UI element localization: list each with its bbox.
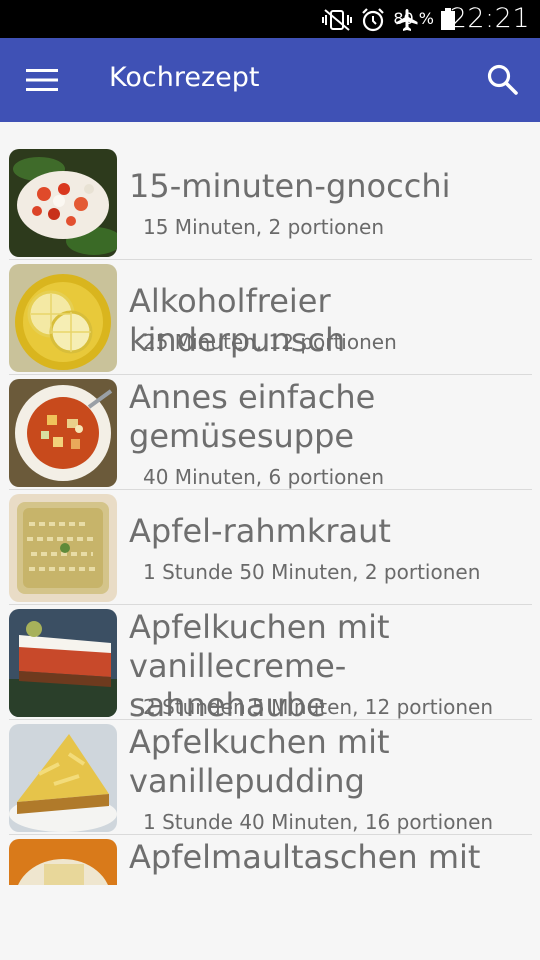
app-bar: Kochrezept [0,38,540,122]
app-title: Kochrezept [109,62,260,93]
soup-photo [9,379,117,487]
cake-pudding-photo [9,724,117,832]
recipe-title: Apfel-rahmkraut [129,512,391,550]
recipe-meta: 40 Minuten, 6 portionen [143,465,385,489]
menu-icon[interactable] [26,68,58,92]
list-item[interactable]: Alkoholfreier kinderpunsch 25 Minuten, 1… [0,260,540,375]
maultaschen-photo [9,839,117,885]
recipe-meta: 15 Minuten, 2 portionen [143,215,385,239]
vibrate-off-icon [322,9,352,31]
recipe-title: Apfelkuchen mit vanillepudding [129,723,390,800]
recipe-title: 15-minuten-gnocchi [129,167,451,205]
empty-space [0,885,540,960]
list-item[interactable]: Apfelmaultaschen mit [0,835,540,885]
recipe-title: Apfelmaultaschen mit [129,838,481,876]
battery-percent: 80 % [393,9,434,28]
sauerkraut-photo [9,494,117,602]
list-item[interactable]: Annes einfache gemüsesuppe 40 Minuten, 6… [0,375,540,490]
recipe-meta: 1 Stunde 50 Minuten, 2 portionen [143,560,481,584]
search-icon[interactable] [486,63,520,97]
recipe-meta: 25 Minuten, 12 portionen [143,330,397,354]
punch-photo [9,264,117,372]
recipe-title: Annes einfache gemüsesuppe [129,378,376,455]
list-item[interactable]: Apfel-rahmkraut 1 Stunde 50 Minuten, 2 p… [0,490,540,605]
status-bar: 80 % 22:21 [0,0,540,38]
recipe-meta: 2 Stunden 5 Minuten, 12 portionen [143,695,494,719]
gnocchi-photo [9,149,117,257]
clock: 22:21 [449,3,530,34]
list-item[interactable]: Apfelkuchen mit vanillecreme-sahnehaube … [0,605,540,724]
list-item[interactable]: 15-minuten-gnocchi 15 Minuten, 2 portion… [0,145,540,260]
list-item[interactable]: Apfelkuchen mit vanillepudding 1 Stunde … [0,720,540,835]
recipe-meta: 1 Stunde 40 Minuten, 16 portionen [143,810,494,834]
cake-cream-photo [9,609,117,717]
alarm-icon [362,8,384,32]
